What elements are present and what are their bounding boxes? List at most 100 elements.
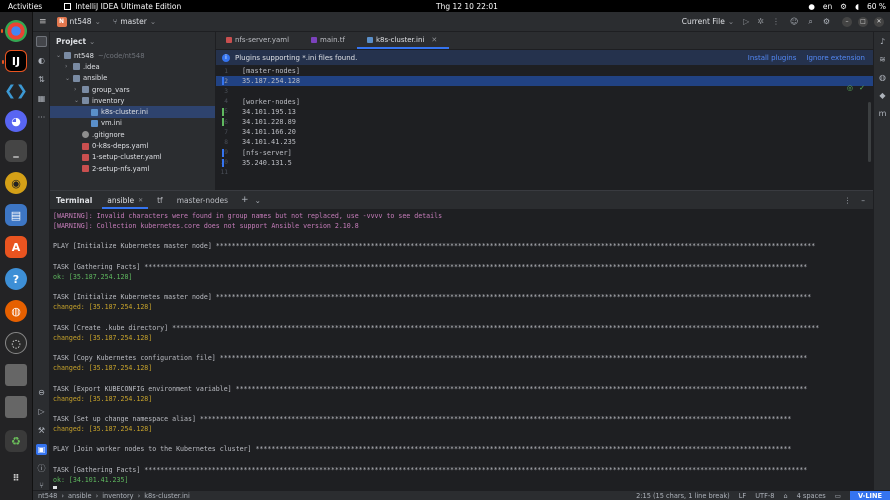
chevron-down-icon[interactable]: ⌄ bbox=[56, 52, 64, 59]
obs-icon[interactable]: ◌ bbox=[5, 332, 27, 354]
settings-icon[interactable]: ⚙ bbox=[823, 17, 830, 26]
tree-item[interactable]: 1-setup-cluster.yaml bbox=[50, 152, 215, 163]
terminal-tab[interactable]: master-nodes bbox=[170, 191, 235, 209]
services-icon[interactable]: ⊖ bbox=[36, 387, 47, 398]
notifications-icon[interactable]: ♪ bbox=[877, 36, 888, 47]
breadcrumb-item[interactable]: nt548 bbox=[38, 492, 57, 500]
tree-item[interactable]: ⌄ nt548 ~/code/nt548 bbox=[50, 50, 215, 61]
minimize-panel-icon[interactable]: – bbox=[861, 196, 865, 205]
terminal-tab[interactable]: ansible ✕ bbox=[100, 191, 150, 209]
minimize-icon[interactable]: – bbox=[842, 16, 852, 27]
tree-item[interactable]: ⌄ inventory bbox=[50, 95, 215, 106]
app-menu[interactable]: IntelliJ IDEA Ultimate Edition bbox=[64, 2, 181, 11]
editor-tab[interactable]: k8s-cluster.ini ✕ bbox=[356, 31, 450, 49]
encoding[interactable]: UTF-8 bbox=[755, 492, 774, 500]
discord-icon[interactable]: ◕ bbox=[5, 110, 27, 132]
clock[interactable]: Thg 12 10 22:01 bbox=[436, 2, 498, 11]
editor-scrollbar[interactable] bbox=[868, 102, 871, 162]
more-icon[interactable]: ⋮ bbox=[844, 196, 852, 205]
vscode-icon[interactable]: ❮❯ bbox=[4, 80, 27, 102]
run-icon[interactable]: ▷ bbox=[743, 17, 749, 26]
keyboard-language[interactable]: en bbox=[823, 2, 832, 11]
run-tool-icon[interactable]: ▷ bbox=[36, 406, 47, 417]
database-icon[interactable]: ≋ bbox=[877, 54, 888, 65]
disk-icon[interactable] bbox=[5, 396, 27, 418]
chevron-down-icon[interactable]: ⌄ bbox=[255, 196, 261, 205]
ai-assistant-icon[interactable]: ◍ bbox=[877, 72, 888, 83]
network-status-icon[interactable]: ● bbox=[808, 2, 815, 11]
chevron-down-icon[interactable]: ⌄ bbox=[65, 75, 73, 82]
terminal-tool-icon[interactable]: ▣ bbox=[36, 444, 47, 455]
indent-setting[interactable]: 4 spaces bbox=[797, 492, 826, 500]
app-center-icon[interactable]: A bbox=[5, 236, 27, 258]
maven-icon[interactable]: m bbox=[877, 108, 888, 119]
collaborate-icon[interactable]: ☺ bbox=[790, 17, 798, 26]
build-icon[interactable]: ⚒ bbox=[36, 425, 47, 436]
problems-icon[interactable]: ⓘ bbox=[36, 463, 47, 474]
gradle-icon[interactable]: ◆ bbox=[877, 90, 888, 101]
ignore-extension-link[interactable]: Ignore extension bbox=[806, 54, 865, 62]
tree-item[interactable]: 0-k8s-deps.yaml bbox=[50, 140, 215, 151]
layout-icon[interactable]: ▭ bbox=[835, 492, 841, 500]
search-icon[interactable]: ⌕ bbox=[808, 17, 812, 27]
show-apps-icon[interactable]: ⠿ bbox=[5, 468, 27, 490]
tree-item[interactable]: k8s-cluster.ini bbox=[50, 106, 215, 118]
chevron-right-icon[interactable]: › bbox=[65, 63, 73, 70]
tree-item[interactable]: › group_vars bbox=[50, 84, 215, 95]
more-tools-icon[interactable]: ··· bbox=[36, 112, 47, 123]
terminal-prompt[interactable] bbox=[53, 485, 873, 489]
tree-item[interactable]: › .idea bbox=[50, 61, 215, 72]
ai-icon[interactable]: ◎ bbox=[847, 84, 853, 92]
chevron-down-icon[interactable]: ⌄ bbox=[74, 97, 82, 104]
help-icon[interactable]: ? bbox=[5, 268, 27, 290]
project-tool-icon[interactable] bbox=[36, 36, 47, 47]
more-icon[interactable]: ⋮ bbox=[772, 17, 780, 26]
tree-item[interactable]: 2-setup-nfs.yaml bbox=[50, 163, 215, 174]
vim-mode-badge[interactable]: V-LINE bbox=[849, 490, 890, 500]
main-menu-icon[interactable]: ≡ bbox=[39, 17, 47, 27]
terminal-output[interactable]: [WARNING]: Invalid characters were found… bbox=[50, 209, 873, 489]
tree-item-label: 0-k8s-deps.yaml bbox=[92, 142, 149, 151]
project-pane-title[interactable]: Project bbox=[56, 37, 86, 46]
terminal-icon[interactable]: _ bbox=[5, 140, 27, 162]
lock-icon[interactable]: ⌂ bbox=[783, 492, 787, 500]
breadcrumb-item[interactable]: ansible bbox=[68, 492, 92, 500]
maximize-icon[interactable]: □ bbox=[858, 16, 868, 27]
tree-item[interactable]: vm.ini bbox=[50, 118, 215, 129]
inspection-ok-icon[interactable]: ✓ bbox=[859, 84, 865, 92]
tree-item[interactable]: .gitignore bbox=[50, 129, 215, 140]
branch-switcher[interactable]: ⑂ master ⌄ bbox=[113, 17, 156, 26]
line-ending[interactable]: LF bbox=[739, 492, 746, 500]
editor-tab[interactable]: nfs-server.yaml bbox=[216, 31, 301, 49]
disk-icon[interactable] bbox=[5, 364, 27, 386]
firefox-icon[interactable]: ◍ bbox=[5, 300, 27, 322]
close-icon[interactable]: ✕ bbox=[874, 16, 884, 27]
project-switcher[interactable]: N nt548 ⌄ bbox=[56, 16, 101, 27]
editor-tab[interactable]: main.tf bbox=[301, 31, 357, 49]
pull-requests-icon[interactable]: ⇅ bbox=[36, 74, 47, 85]
audio-icon[interactable]: ◖ bbox=[855, 2, 859, 11]
terminal-tab[interactable]: tf bbox=[150, 191, 170, 209]
close-icon[interactable]: ✕ bbox=[431, 36, 437, 44]
breadcrumb-item[interactable]: k8s-cluster.ini bbox=[144, 492, 190, 500]
close-icon[interactable]: ✕ bbox=[138, 197, 143, 204]
debug-icon[interactable]: ✲ bbox=[757, 17, 764, 26]
rhythmbox-icon[interactable]: ◉ bbox=[5, 172, 27, 194]
writer-icon[interactable]: ▤ bbox=[5, 204, 27, 226]
intellij-dock-icon[interactable]: IJ bbox=[2, 50, 27, 72]
activities-button[interactable]: Activities bbox=[8, 2, 42, 11]
trash-icon[interactable]: ♻ bbox=[5, 430, 27, 452]
commit-tool-icon[interactable]: ◐ bbox=[36, 55, 47, 66]
install-plugins-link[interactable]: Install plugins bbox=[748, 54, 797, 62]
add-tab-icon[interactable]: + bbox=[241, 195, 249, 205]
settings-icon[interactable]: ⚙ bbox=[840, 2, 847, 11]
code-view[interactable]: 1 [master-nodes] 2 35.187.254.128 3 4 [worker-… bbox=[216, 66, 873, 178]
breadcrumb-item[interactable]: inventory bbox=[102, 492, 133, 500]
battery-status[interactable]: 60 % bbox=[867, 2, 886, 11]
chevron-right-icon[interactable]: › bbox=[74, 86, 82, 93]
run-config-selector[interactable]: Current File ⌄ bbox=[682, 17, 734, 26]
chrome-icon[interactable] bbox=[1, 20, 27, 42]
tree-item[interactable]: ⌄ ansible bbox=[50, 73, 215, 84]
caret-position[interactable]: 2:15 (15 chars, 1 line break) bbox=[636, 492, 730, 500]
structure-icon[interactable]: ▦ bbox=[36, 93, 47, 104]
